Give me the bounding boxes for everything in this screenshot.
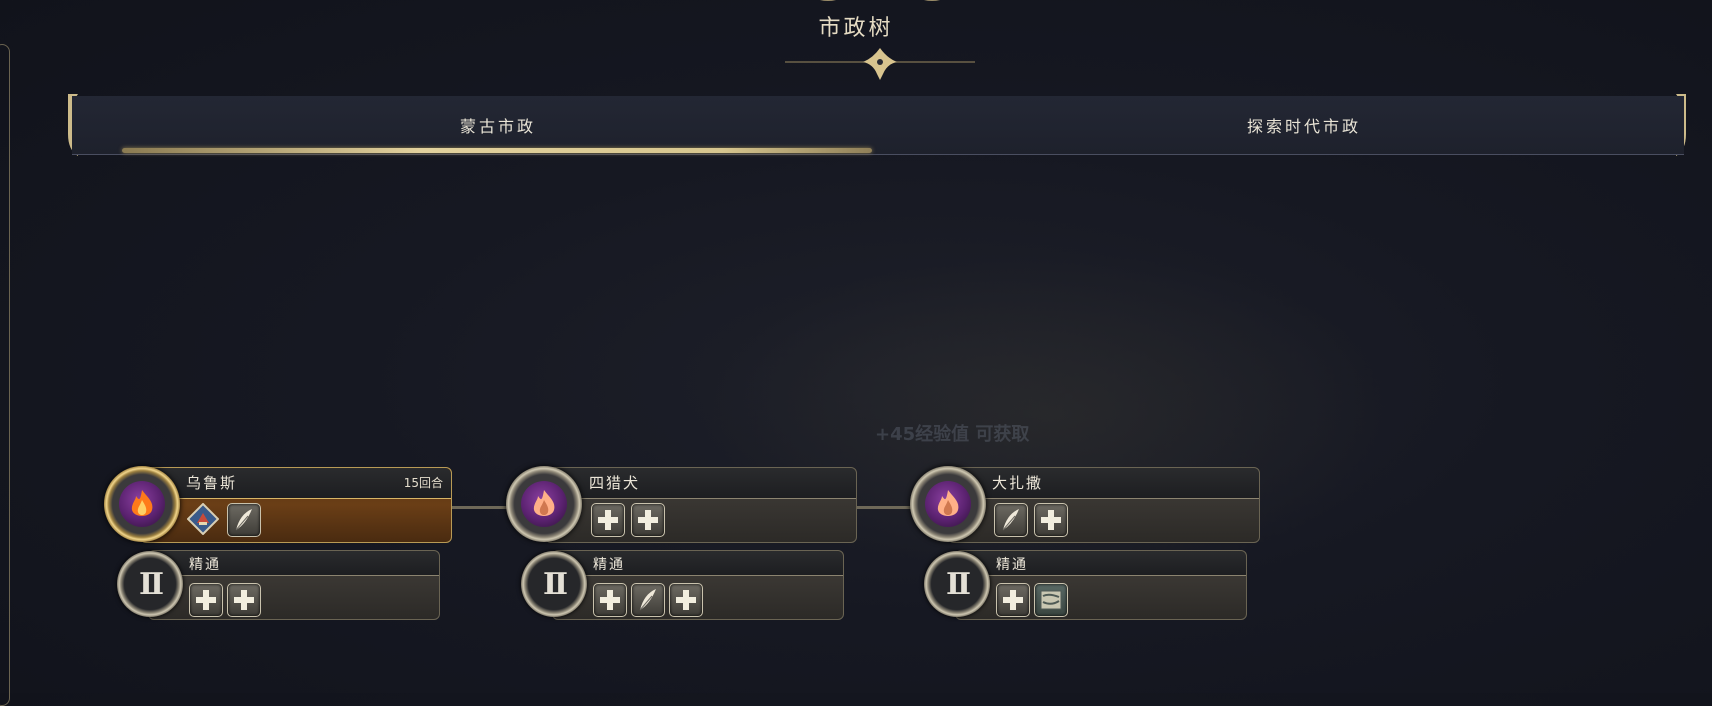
mastery-label: 精通	[996, 557, 1028, 573]
mastery-emblem[interactable]: II	[117, 551, 183, 617]
civic-name: 乌鲁斯	[186, 474, 238, 492]
plus-icon[interactable]	[227, 583, 261, 617]
civic-card[interactable]: 乌鲁斯 15回合	[140, 467, 452, 543]
plus-icon[interactable]	[1034, 503, 1068, 537]
mastery-card[interactable]: 精通	[955, 550, 1247, 620]
mastery-emblem[interactable]: II	[924, 551, 990, 617]
plus-icon[interactable]	[189, 583, 223, 617]
mastery-numeral: II	[945, 566, 971, 602]
title-ornament	[785, 48, 975, 80]
quill-icon[interactable]	[227, 503, 261, 537]
mastery-numeral: II	[138, 566, 164, 602]
plus-icon[interactable]	[631, 503, 665, 537]
civic-name: 四猎犬	[589, 474, 641, 492]
page-title: 市政树	[818, 16, 894, 41]
civic-name: 大扎撒	[992, 474, 1044, 492]
plus-icon[interactable]	[593, 583, 627, 617]
tab-exploration-age-civics[interactable]: 探索时代市政	[924, 96, 1684, 154]
plus-icon[interactable]	[591, 503, 625, 537]
diamond-unit-icon[interactable]	[187, 503, 219, 535]
fire-icon	[533, 490, 555, 516]
fire-icon	[131, 490, 153, 516]
civic-turns: 15回合	[403, 476, 443, 490]
plus-icon[interactable]	[669, 583, 703, 617]
fire-icon	[937, 490, 959, 516]
civic-card[interactable]: 大扎撒	[948, 467, 1260, 543]
quill-icon[interactable]	[994, 503, 1028, 537]
map-overlay-text: +45经验值 可获取	[875, 424, 1030, 445]
left-frame	[0, 44, 10, 706]
mastery-card[interactable]: 精通	[148, 550, 440, 620]
tree-connector	[855, 506, 915, 509]
tab-bar: 蒙古市政 探索时代市政	[72, 96, 1684, 155]
civic-emblem[interactable]	[104, 466, 180, 542]
mastery-numeral: II	[542, 566, 568, 602]
mastery-label: 精通	[593, 557, 625, 573]
top-ornament	[819, 0, 941, 1]
mastery-emblem[interactable]: II	[521, 551, 587, 617]
mastery-label: 精通	[189, 557, 221, 573]
civic-card[interactable]: 四猎犬	[545, 467, 857, 543]
map-icon[interactable]	[1034, 583, 1068, 617]
mastery-card[interactable]: 精通	[552, 550, 844, 620]
quill-icon[interactable]	[631, 583, 665, 617]
plus-icon[interactable]	[996, 583, 1030, 617]
civic-emblem[interactable]	[910, 466, 986, 542]
active-tab-underline	[122, 148, 872, 153]
tab-mongol-civics[interactable]: 蒙古市政	[72, 96, 924, 154]
civic-emblem[interactable]	[506, 466, 582, 542]
